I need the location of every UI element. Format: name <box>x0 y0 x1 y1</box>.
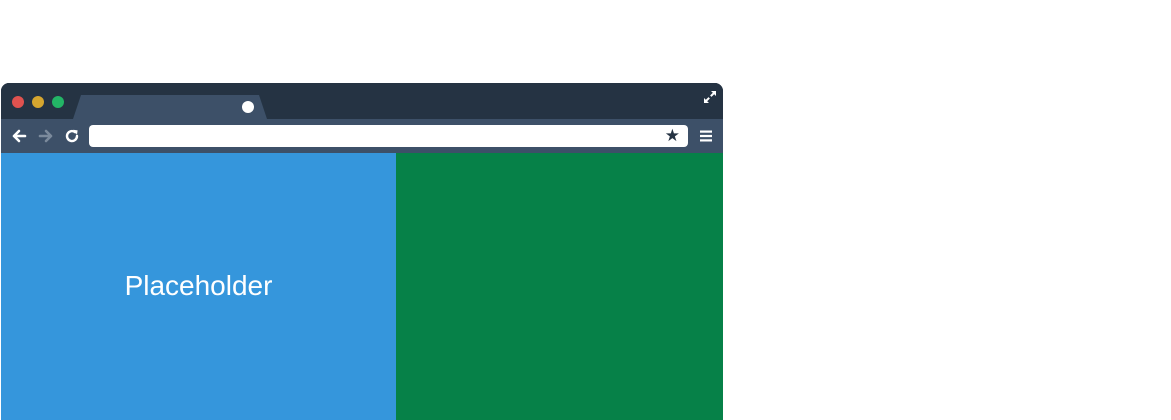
close-window-icon[interactable] <box>12 96 24 108</box>
page-content: Placeholder <box>1 153 723 420</box>
star-icon[interactable]: ★ <box>665 127 680 145</box>
forward-arrow-icon[interactable] <box>37 127 55 145</box>
address-bar[interactable]: ★ <box>89 125 688 147</box>
left-placeholder-pane: Placeholder <box>1 153 396 420</box>
expand-icon[interactable] <box>703 90 717 104</box>
browser-toolbar: ★ <box>1 119 723 153</box>
reload-icon[interactable] <box>63 127 81 145</box>
browser-window: ★ Placeholder <box>1 83 723 420</box>
hamburger-menu-icon[interactable] <box>699 129 713 143</box>
back-arrow-icon[interactable] <box>10 127 28 145</box>
placeholder-label: Placeholder <box>124 269 273 301</box>
title-bar <box>1 83 723 119</box>
right-pane <box>396 153 723 420</box>
maximize-window-icon[interactable] <box>52 96 64 108</box>
tab-indicator-icon <box>242 101 254 113</box>
minimize-window-icon[interactable] <box>32 96 44 108</box>
browser-tab[interactable] <box>73 95 267 119</box>
